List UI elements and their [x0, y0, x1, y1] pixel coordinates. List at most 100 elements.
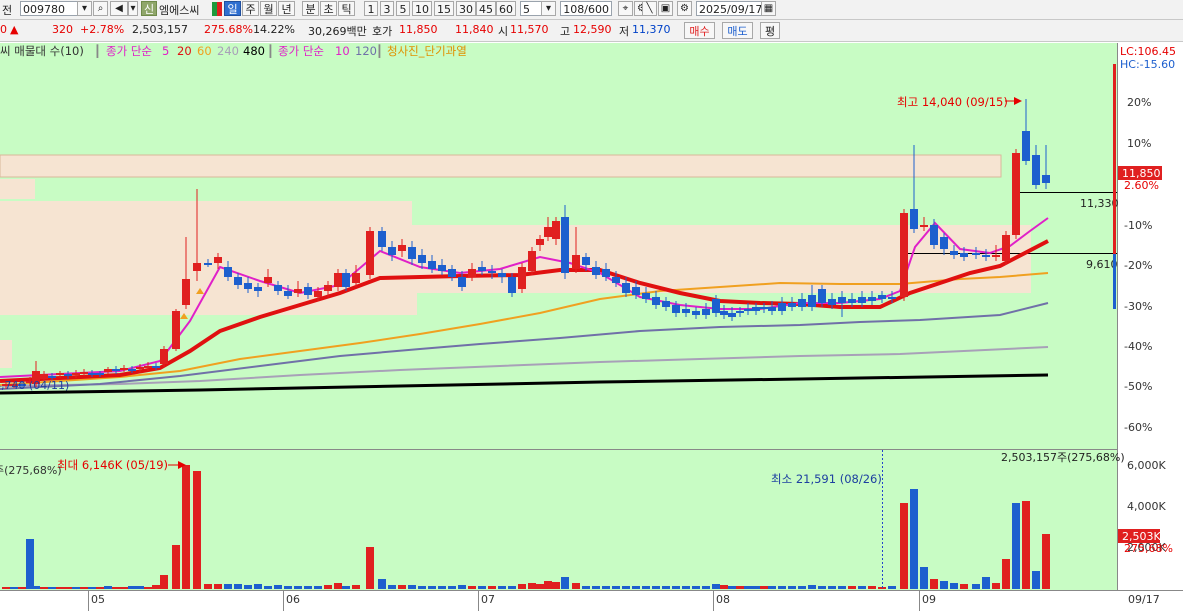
- candle-body[interactable]: [398, 245, 406, 251]
- volume-bar[interactable]: [768, 586, 776, 589]
- volume-bar[interactable]: [378, 579, 386, 589]
- volume-bar[interactable]: [778, 586, 786, 589]
- sell-button[interactable]: 매도: [722, 22, 753, 39]
- volume-bar[interactable]: [1042, 534, 1050, 589]
- volume-bar[interactable]: [204, 584, 212, 589]
- legend-price-ma-label[interactable]: 종가 단순: [106, 43, 152, 59]
- volume-bar[interactable]: [960, 584, 968, 589]
- volume-bar[interactable]: [324, 585, 332, 589]
- period-month-button[interactable]: 월: [260, 1, 277, 16]
- volume-bar[interactable]: [193, 471, 201, 589]
- candle-body[interactable]: [602, 269, 610, 277]
- volume-bar[interactable]: [254, 584, 262, 589]
- candle-body[interactable]: [388, 247, 396, 255]
- candle-body[interactable]: [982, 255, 990, 257]
- candle-body[interactable]: [768, 307, 776, 311]
- candle-body[interactable]: [808, 295, 816, 307]
- volume-bar[interactable]: [992, 583, 1000, 589]
- volume-bar[interactable]: [982, 577, 990, 589]
- candle-body[interactable]: [80, 372, 88, 374]
- volume-bar[interactable]: [342, 586, 350, 589]
- candle-body[interactable]: [172, 311, 180, 349]
- save-icon[interactable]: ▣: [658, 1, 673, 16]
- candle-body[interactable]: [720, 311, 728, 315]
- candle-body[interactable]: [342, 273, 350, 287]
- candle-body[interactable]: [528, 251, 536, 271]
- candle-body[interactable]: [408, 247, 416, 259]
- candle-body[interactable]: [828, 299, 836, 305]
- volume-bar[interactable]: [172, 545, 180, 589]
- candle-body[interactable]: [294, 289, 302, 293]
- volume-bar[interactable]: [40, 587, 48, 589]
- volume-bar[interactable]: [352, 585, 360, 589]
- candle-body[interactable]: [418, 255, 426, 263]
- volume-bar[interactable]: [720, 585, 728, 589]
- volume-bar[interactable]: [642, 586, 650, 589]
- candle-body[interactable]: [254, 287, 262, 291]
- volume-bar[interactable]: [488, 586, 496, 589]
- candle-body[interactable]: [64, 374, 72, 376]
- legend-ma480[interactable]: 480: [243, 43, 265, 59]
- legend-vol-ma120[interactable]: 120: [355, 43, 377, 59]
- legend-ma60[interactable]: 60: [197, 43, 212, 59]
- volume-bar[interactable]: [18, 587, 26, 589]
- candle-body[interactable]: [992, 255, 1000, 257]
- volume-bar[interactable]: [940, 581, 948, 589]
- volume-bar[interactable]: [818, 586, 826, 589]
- legend-vol-ma10[interactable]: 10: [335, 43, 350, 59]
- volume-bar[interactable]: [72, 587, 80, 589]
- candle-body[interactable]: [972, 253, 980, 255]
- volume-bar[interactable]: [808, 585, 816, 589]
- volume-bar[interactable]: [64, 587, 72, 589]
- minute-step-30[interactable]: 30: [456, 1, 476, 16]
- candle-body[interactable]: [900, 213, 908, 297]
- volume-bar[interactable]: [662, 586, 670, 589]
- volume-bar[interactable]: [448, 586, 456, 589]
- legend-ma240[interactable]: 240: [217, 43, 239, 59]
- volume-bar[interactable]: [612, 586, 620, 589]
- volume-bar[interactable]: [692, 586, 700, 589]
- volume-bar[interactable]: [120, 587, 128, 589]
- volume-bar[interactable]: [561, 577, 569, 589]
- crosshair-icon[interactable]: ⌖: [618, 1, 633, 16]
- candle-body[interactable]: [264, 277, 272, 283]
- flat-button[interactable]: 평: [760, 22, 780, 39]
- volume-bar[interactable]: [398, 585, 406, 589]
- volume-bar[interactable]: [868, 586, 876, 589]
- candle-body[interactable]: [920, 225, 928, 227]
- volume-bar[interactable]: [536, 584, 544, 589]
- candle-body[interactable]: [798, 299, 806, 307]
- volume-bar[interactable]: [910, 489, 918, 589]
- candle-body[interactable]: [950, 251, 958, 255]
- volume-bar[interactable]: [920, 567, 928, 589]
- volume-bar[interactable]: [80, 587, 88, 589]
- volume-bar[interactable]: [468, 586, 476, 589]
- volume-bar[interactable]: [1022, 501, 1030, 589]
- candle-body[interactable]: [518, 267, 526, 289]
- candle-body[interactable]: [438, 265, 446, 271]
- volume-bar[interactable]: [1002, 559, 1010, 589]
- volume-bar[interactable]: [900, 503, 908, 589]
- candle-body[interactable]: [752, 307, 760, 311]
- volume-bar[interactable]: [728, 586, 736, 589]
- candle-body[interactable]: [498, 273, 506, 277]
- candle-body[interactable]: [736, 311, 744, 313]
- candle-body[interactable]: [672, 305, 680, 313]
- sound-icon[interactable]: ◀: [110, 1, 128, 16]
- volume-bar[interactable]: [48, 587, 56, 589]
- candle-body[interactable]: [778, 303, 786, 311]
- stock-chart[interactable]: 최고 14,040 (09/15) 6,740 (04/11) 11,330 9…: [0, 41, 1183, 611]
- volume-bar[interactable]: [744, 586, 752, 589]
- volume-bar[interactable]: [622, 586, 630, 589]
- candle-body[interactable]: [652, 297, 660, 305]
- volume-bar[interactable]: [572, 583, 580, 589]
- interval-dropdown-chevron-icon[interactable]: ▾: [541, 1, 556, 16]
- volume-bar[interactable]: [428, 586, 436, 589]
- volume-bar[interactable]: [848, 586, 856, 589]
- candle-body[interactable]: [642, 293, 650, 299]
- draw-line-icon[interactable]: ╲: [642, 1, 657, 16]
- candle-body[interactable]: [48, 376, 56, 378]
- candle-body[interactable]: [728, 313, 736, 317]
- candle-body[interactable]: [1032, 155, 1040, 185]
- minute-step-60[interactable]: 60: [496, 1, 516, 16]
